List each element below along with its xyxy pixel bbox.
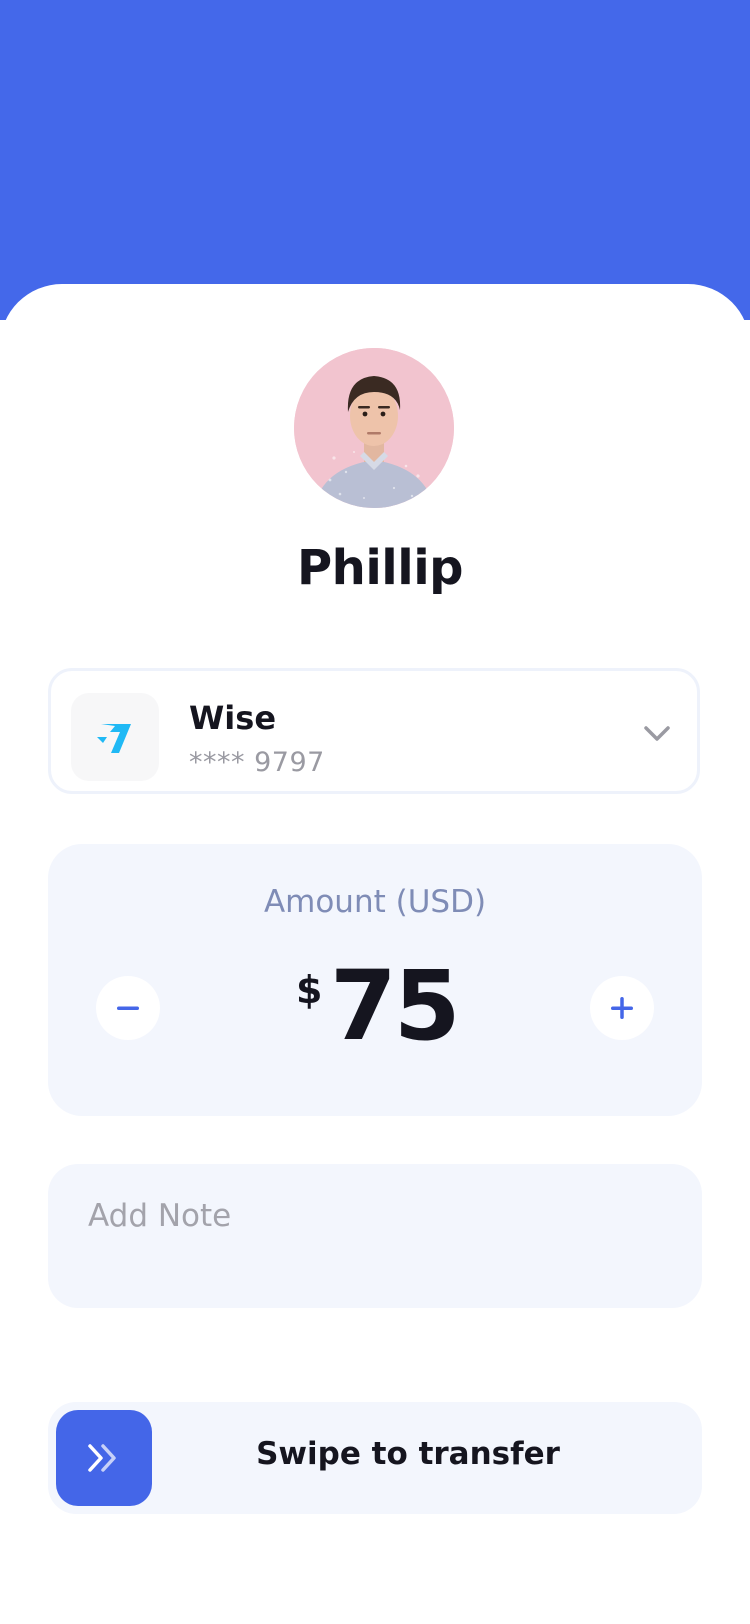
bank-name: Wise (189, 699, 277, 737)
increase-amount-button[interactable] (590, 976, 654, 1040)
swipe-label: Swipe to transfer (256, 1436, 560, 1472)
add-note-input[interactable] (88, 1194, 648, 1238)
currency-symbol: $ (296, 968, 323, 1012)
swipe-handle[interactable] (56, 1410, 152, 1506)
swipe-to-transfer-track[interactable]: Swipe to transfer (48, 1402, 702, 1514)
wise-logo-icon (71, 693, 159, 781)
header-background (0, 0, 750, 320)
avatar-photo (294, 348, 454, 508)
plus-icon (611, 997, 633, 1019)
account-number: **** 9797 (189, 747, 325, 778)
recipient-name: Phillip (296, 540, 464, 596)
double-chevron-right-icon (88, 1444, 116, 1472)
account-selector[interactable]: Wise **** 9797 (48, 668, 700, 794)
amount-card: Amount (USD) $ 75 (48, 844, 702, 1116)
amount-value: 75 (330, 950, 461, 1062)
amount-display: $ 75 (296, 950, 496, 1066)
chevron-down-icon[interactable] (641, 717, 673, 749)
decrease-amount-button[interactable] (96, 976, 160, 1040)
note-field-container (48, 1164, 702, 1308)
amount-label: Amount (USD) (263, 884, 487, 920)
minus-icon (117, 1006, 139, 1010)
recipient-avatar (294, 348, 454, 508)
